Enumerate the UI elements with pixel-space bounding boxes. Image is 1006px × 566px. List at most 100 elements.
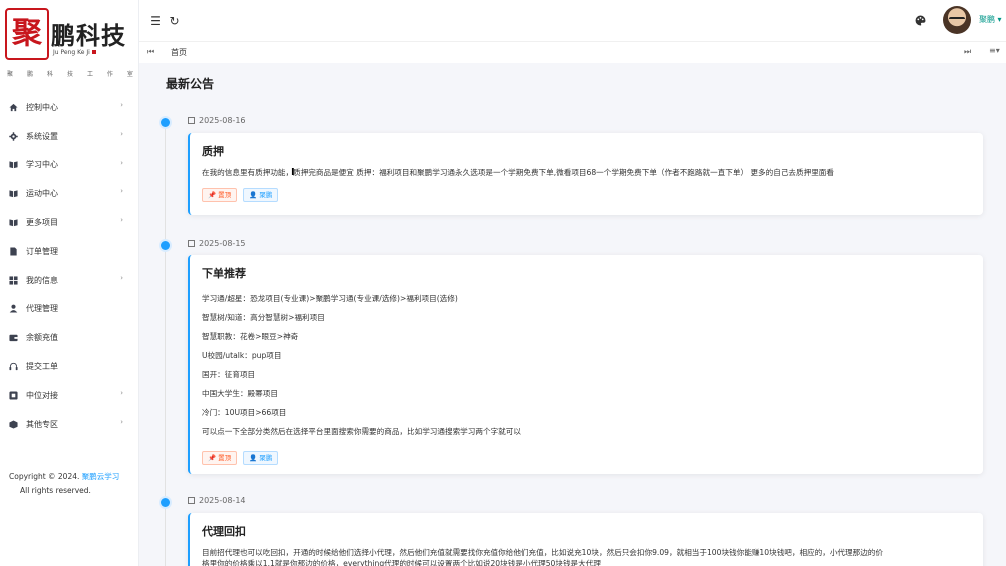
notice-card: 质押 在我的信息里有质押功能，质押完商品是便宜 质押：福利项目和聚鹏学习通永久选… <box>188 133 983 215</box>
logo-title: 鹏科技 <box>51 21 126 50</box>
author-tag: 👤 聚鹏 <box>243 451 279 465</box>
calendar-icon <box>188 240 195 247</box>
book-icon <box>8 160 18 170</box>
sidebar: 聚 鹏科技 Ju Peng Ke Ji 聚鹏科技工作室 控制中心 › 系统设置 … <box>0 0 139 566</box>
sidebar-item-label: 更多项目 <box>26 218 58 228</box>
sidebar-item-label: 订单管理 <box>26 246 58 256</box>
home-icon <box>8 102 18 112</box>
page-title: 最新公告 <box>166 77 215 91</box>
username-dropdown[interactable]: 聚鹏 ▾ <box>979 14 1002 25</box>
sidebar-item-label: 其他专区 <box>26 419 58 429</box>
sidebar-item-label: 余额充值 <box>26 333 58 343</box>
timeline-dot <box>161 118 170 127</box>
sidebar-item-label: 代理管理 <box>26 304 58 314</box>
notice-date: 2025-08-16 <box>188 116 246 125</box>
sidebar-item-order-management[interactable]: 订单管理 <box>0 237 139 266</box>
document-icon <box>8 246 18 256</box>
calendar-icon <box>188 117 195 124</box>
refresh-icon[interactable]: ↻ <box>168 14 181 28</box>
notice-title: 代理回扣 <box>202 525 246 538</box>
avatar[interactable] <box>943 6 971 34</box>
chevron-icon: › <box>120 158 123 167</box>
sidebar-menu: 控制中心 › 系统设置 › 学习中心 › 运动中心 › 更多项目 › 订单管理 <box>0 93 139 439</box>
logo-studio: 聚鹏科技工作室 <box>7 71 133 78</box>
logo-mark: 聚 <box>5 8 49 60</box>
grid-icon <box>8 275 18 285</box>
tab-scroll-left-icon[interactable]: ⏮ <box>147 47 154 57</box>
chevron-icon: › <box>120 129 123 138</box>
tab-bar: ⏮ 首页 ⏭ ≡▾ <box>139 41 1006 63</box>
sidebar-item-label: 运动中心 <box>26 189 58 199</box>
tab-scroll-right-icon[interactable]: ⏭ <box>964 47 971 57</box>
logo[interactable]: 聚 鹏科技 Ju Peng Ke Ji 聚鹏科技工作室 <box>5 8 135 78</box>
top-header: ☰ ↻ 聚鹏 ▾ <box>139 0 1006 41</box>
notice-line: 国开：征育项目 <box>202 370 256 379</box>
sidebar-item-study-center[interactable]: 学习中心 › <box>0 151 139 180</box>
user-icon <box>8 304 18 314</box>
sidebar-item-label: 提交工单 <box>26 362 58 372</box>
notice-line: 格里你的价格乘以1.1就是你那边的价格，everything代理的时候可以设置两… <box>202 559 601 566</box>
sidebar-item-more-projects[interactable]: 更多项目 › <box>0 208 139 237</box>
notice-line: 学习通/超星：恐龙项目(专业课)>聚鹏学习通(专业课/选修)>福利项目(选修) <box>202 294 458 303</box>
chevron-icon: › <box>120 101 123 109</box>
headset-icon <box>8 362 18 372</box>
chevron-icon: › <box>120 187 123 196</box>
sidebar-item-label: 我的信息 <box>26 275 58 285</box>
sidebar-item-system-settings[interactable]: 系统设置 › <box>0 122 139 151</box>
sidebar-item-my-info[interactable]: 我的信息 › <box>0 266 139 295</box>
sidebar-item-docking[interactable]: 中位对接 › <box>0 381 139 410</box>
pinned-tag: 📌 置顶 <box>202 188 238 202</box>
notice-title: 质押 <box>202 145 224 158</box>
notice-date: 2025-08-14 <box>188 496 246 505</box>
sidebar-item-sports-center[interactable]: 运动中心 › <box>0 179 139 208</box>
box-icon <box>8 419 18 429</box>
sidebar-item-submit-ticket[interactable]: 提交工单 <box>0 352 139 381</box>
calendar-icon <box>188 497 195 504</box>
pinned-tag: 📌 置顶 <box>202 451 238 465</box>
logo-subtitle: Ju Peng Ke Ji <box>53 49 96 56</box>
menu-toggle-icon[interactable]: ☰ <box>149 14 162 28</box>
sidebar-item-label: 中位对接 <box>26 390 58 400</box>
sidebar-item-label: 系统设置 <box>26 131 58 141</box>
notice-line: 可以点一下全部分类然后在选择平台里面搜索你需要的商品，比如学习通搜索学习两个字就… <box>202 427 521 436</box>
chevron-icon: › <box>120 273 123 282</box>
copyright-text: Copyright © 2024. <box>9 472 80 481</box>
sidebar-item-balance-recharge[interactable]: 余额充值 <box>0 323 139 352</box>
sidebar-item-label: 学习中心 <box>26 160 58 170</box>
copyright-link[interactable]: 聚鹏云学习 <box>82 472 120 481</box>
sidebar-item-agent-management[interactable]: 代理管理 <box>0 295 139 324</box>
notice-line: 冷门：10U项目>66项目 <box>202 408 287 417</box>
notice-card: 下单推荐 学习通/超星：恐龙项目(专业课)>聚鹏学习通(专业课/选修)>福利项目… <box>188 255 983 474</box>
sidebar-item-control-center[interactable]: 控制中心 › <box>0 93 139 122</box>
notice-line: 智慧职教：花卷>眼豆>神奇 <box>202 332 299 341</box>
author-tag: 👤 聚鹏 <box>243 188 279 202</box>
logo-char: 聚 <box>12 16 42 51</box>
timeline-dot <box>161 241 170 250</box>
notice-line: 智慧树/知道：高分智慧树>福利项目 <box>202 313 325 322</box>
copyright: Copyright © 2024. 聚鹏云学习 All rights reser… <box>9 470 119 498</box>
palette-icon[interactable] <box>914 14 927 27</box>
notice-line: 中国大学生：殿幂项目 <box>202 389 278 398</box>
tab-home[interactable]: 首页 <box>171 47 187 58</box>
sidebar-item-other-zone[interactable]: 其他专区 › <box>0 410 139 439</box>
notice-line: 目前招代理也可以吃回扣，开通的时候给他们选择小代理，然后他们充值就需要找你充值你… <box>202 548 883 557</box>
main-content: 最新公告 2025-08-16 质押 在我的信息里有质押功能，质押完商品是便宜 … <box>139 63 1006 566</box>
book-icon <box>8 218 18 228</box>
notice-title: 下单推荐 <box>202 267 246 280</box>
timeline-dot <box>161 498 170 507</box>
chevron-icon: › <box>120 417 123 426</box>
gear-icon <box>8 131 18 141</box>
notice-line: 在我的信息里有质押功能，质押完商品是便宜 质押：福利项目和聚鹏学习通永久选项是一… <box>202 168 834 177</box>
wallet-icon <box>8 333 18 343</box>
tab-more-icon[interactable]: ≡▾ <box>989 46 1000 55</box>
chevron-icon: › <box>120 388 123 397</box>
sidebar-item-label: 控制中心 <box>26 102 58 112</box>
book-icon <box>8 189 18 199</box>
text-cursor-icon: I <box>291 167 295 178</box>
link-icon <box>8 390 18 400</box>
rights-text: All rights reserved. <box>20 486 91 495</box>
notice-card: 代理回扣 目前招代理也可以吃回扣，开通的时候给他们选择小代理，然后他们充值就需要… <box>188 513 983 566</box>
notice-line: U校园/utalk：pup项目 <box>202 351 282 360</box>
chevron-icon: › <box>120 216 123 225</box>
notice-date: 2025-08-15 <box>188 239 246 248</box>
